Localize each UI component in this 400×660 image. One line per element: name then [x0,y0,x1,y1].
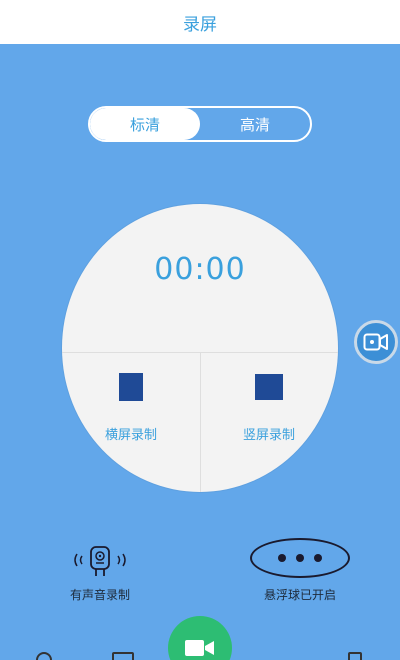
record-dial: 00:00 横屏录制 竖屏录制 [62,204,338,492]
quality-option-high[interactable]: 高清 [200,108,310,140]
video-camera-icon [363,333,388,351]
landscape-record-label: 横屏录制 [104,428,157,443]
dot [278,554,286,562]
main-panel: 标清 高清 00:00 横屏录制 竖屏录制 有声音录制 悬浮球已开启 [0,44,400,660]
files-tab-icon[interactable] [112,652,134,660]
dot [296,554,304,562]
more-dots-icon [250,538,350,578]
portrait-record-button[interactable]: 竖屏录制 [200,364,338,474]
floating-camera-button[interactable] [354,320,398,364]
microphone-icon [74,546,126,576]
settings-tab-icon[interactable] [348,652,362,660]
record-start-button[interactable] [168,616,232,660]
audio-record-toggle[interactable]: 有声音录制 [40,544,160,608]
timer-display: 00:00 [154,252,246,287]
float-ball-toggle[interactable]: 悬浮球已开启 [240,538,360,608]
landscape-screen-icon [116,372,146,402]
app-header: 录屏 [0,0,400,44]
quality-option-standard[interactable]: 标清 [90,108,200,140]
portrait-screen-icon [254,372,284,402]
quality-toggle: 标清 高清 [88,106,312,142]
landscape-record-button[interactable]: 横屏录制 [62,364,200,474]
page-title: 录屏 [183,14,217,35]
dot [314,554,322,562]
float-ball-label: 悬浮球已开启 [263,588,336,602]
audio-record-label: 有声音录制 [69,588,130,602]
phone-screen-shape [255,374,283,400]
video-record-icon [185,640,214,656]
portrait-record-label: 竖屏录制 [242,428,295,443]
home-tab-icon[interactable] [36,652,52,660]
phone-screen-shape [119,373,143,401]
